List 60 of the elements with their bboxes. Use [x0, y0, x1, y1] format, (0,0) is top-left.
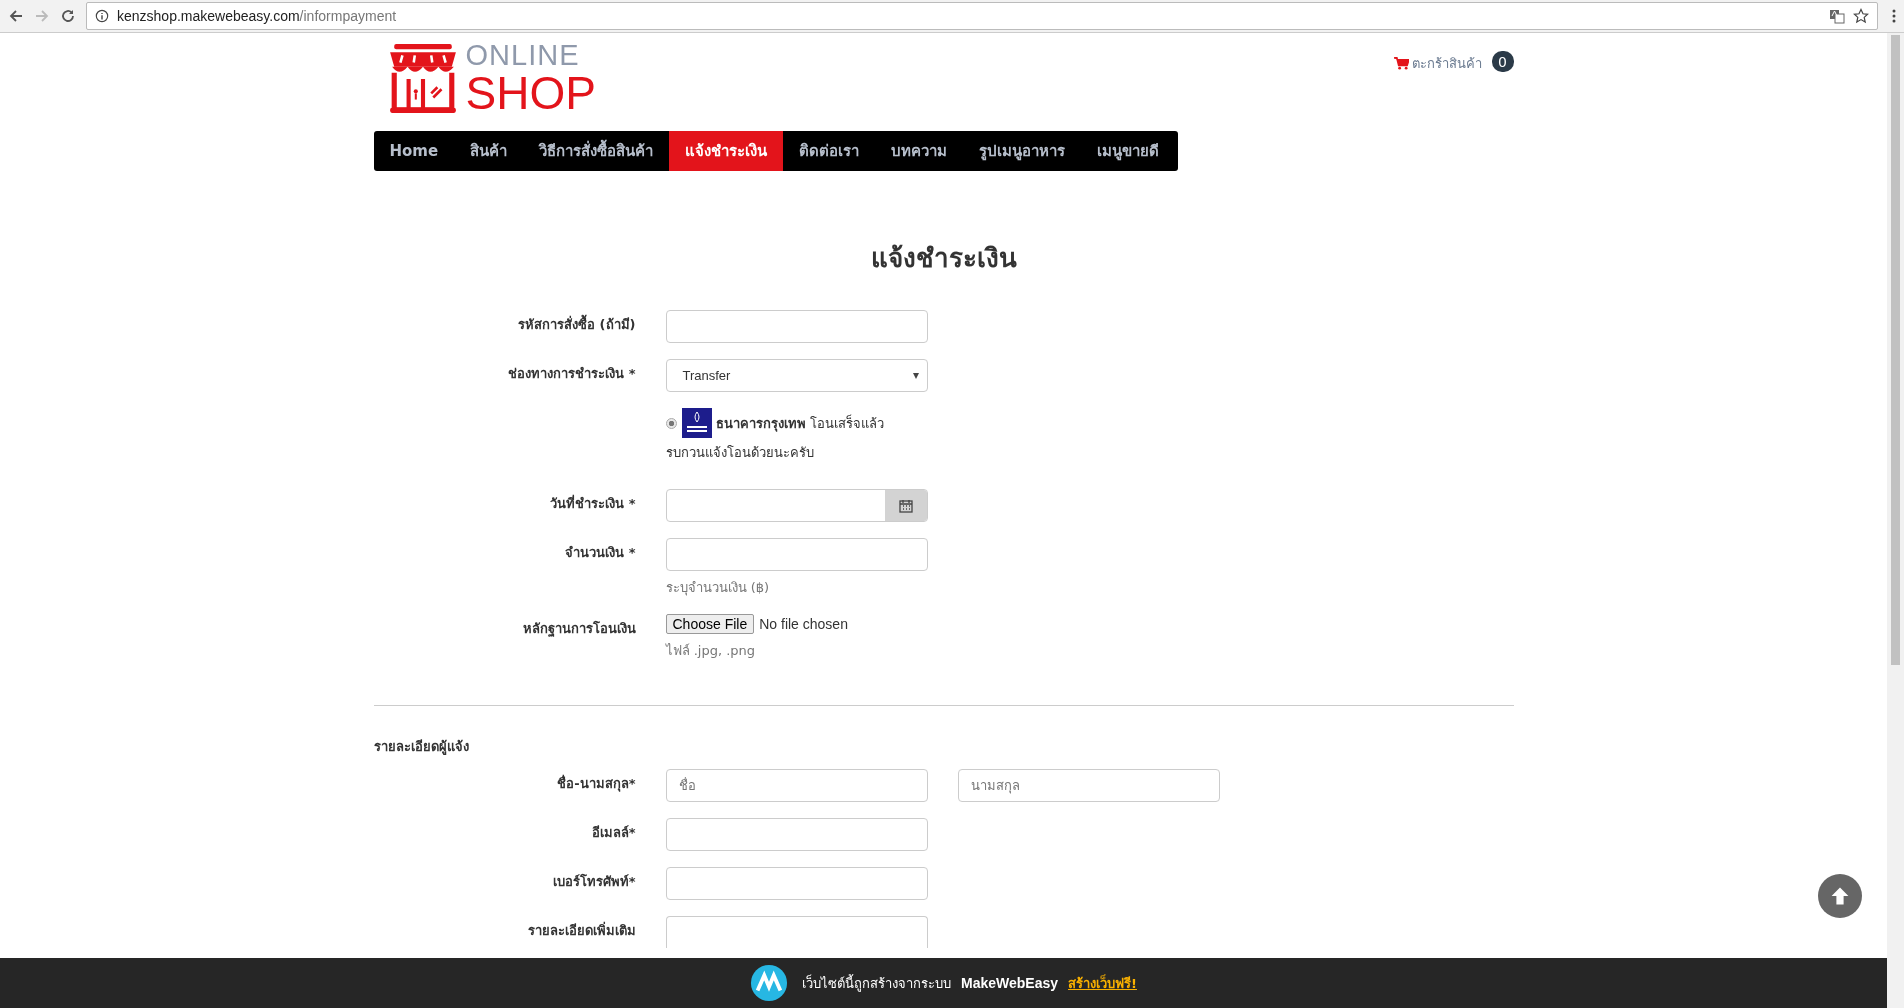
site-builder-logo-icon: [750, 964, 788, 1002]
file-status: No file chosen: [759, 616, 848, 632]
scrollbar-thumb[interactable]: [1891, 35, 1900, 665]
section-title: รายละเอียดผู้แจ้ง: [373, 738, 470, 757]
translate-icon[interactable]: [1829, 8, 1845, 24]
bank-transfer-note: รบกวนแจ้งโอนด้วยนะครับ: [665, 444, 815, 462]
help-text: ไฟล์ .jpg, .png: [665, 642, 757, 660]
field-label: อีเมลล์*: [591, 825, 636, 840]
nav-item[interactable]: เมนูขายดี: [1081, 131, 1176, 171]
nav-item[interactable]: แจ้งชำระเงิน: [669, 131, 784, 171]
shop-logo[interactable]: ONLINE SHOP: [385, 41, 596, 116]
nav-item[interactable]: บทความ: [875, 131, 964, 171]
cart-link[interactable]: ตะกร้าสินค้า: [1393, 53, 1482, 74]
input-field[interactable]: [665, 818, 928, 851]
bank-transfer-note: ธนาคารกรุงเทพ โอนเสร็จแล้ว: [715, 413, 884, 434]
input-field[interactable]: [665, 538, 928, 571]
nav-item[interactable]: รูปเมนูอาหาร: [963, 131, 1082, 171]
date-field[interactable]: [665, 489, 928, 522]
calendar-icon: [898, 498, 913, 513]
bank-logo-icon: [681, 408, 712, 438]
details-textarea[interactable]: [665, 916, 928, 948]
last-name-field[interactable]: นามสกุล: [957, 769, 1220, 802]
info-icon: [95, 9, 109, 23]
field-label: เบอร์โทรศัพท์*: [552, 874, 636, 889]
footer-text: เว็บไซต์นี้ถูกสร้างจากระบบ: [802, 973, 951, 994]
input-field[interactable]: [665, 310, 928, 343]
cart-icon: [1393, 57, 1409, 70]
caret-icon: [912, 372, 919, 379]
logo-text: ONLINE: [465, 41, 581, 70]
forward-icon[interactable]: [34, 8, 50, 24]
help-text: ระบุจำนวนเงิน (฿): [665, 579, 771, 598]
field-label: หลักฐานการโอนเงิน: [522, 621, 636, 636]
nav-item[interactable]: สินค้า: [454, 131, 524, 171]
field-label: ช่องทางการชำระเงิน *: [508, 366, 636, 381]
back-icon[interactable]: [8, 8, 24, 24]
logo-text: SHOP: [465, 70, 596, 116]
cart-count: 0: [1491, 51, 1514, 72]
address-bar[interactable]: kenzshop.makewebeasy.com/informpayment: [86, 2, 1878, 30]
reload-icon[interactable]: [60, 8, 76, 24]
nav-item[interactable]: ติดต่อเรา: [783, 131, 876, 171]
payment-method-dropdown[interactable]: Transfer: [665, 359, 928, 392]
star-icon[interactable]: [1853, 8, 1869, 24]
field-label: จำนวนเงิน *: [565, 545, 636, 560]
scroll-to-top-button[interactable]: [1818, 874, 1862, 918]
field-label: รายละเอียดเพิ่มเติม: [527, 923, 636, 938]
nav-item[interactable]: วิธีการสั่งซื้อสินค้า: [523, 131, 670, 171]
input-field[interactable]: [665, 867, 928, 900]
choose-file-button[interactable]: Choose File: [665, 614, 755, 634]
first-name-field[interactable]: ชื่อ: [665, 769, 928, 802]
menu-icon[interactable]: [1892, 8, 1896, 24]
scrollbar[interactable]: [1887, 33, 1904, 1008]
calendar-button[interactable]: [884, 490, 927, 521]
field-label: ชื่อ-นามสกุล*: [557, 776, 636, 791]
field-label: วันที่ชำระเงิน *: [550, 496, 636, 511]
url-text: kenzshop.makewebeasy.com/informpayment: [117, 8, 397, 24]
brand-name: MakeWebEasy: [961, 975, 1059, 991]
page-title: แจ้งชำระเงิน: [869, 242, 1018, 275]
radio-button[interactable]: [665, 417, 677, 429]
nav-item[interactable]: Home: [373, 131, 455, 171]
create-website-link[interactable]: สร้างเว็บฟรี!: [1068, 972, 1137, 994]
